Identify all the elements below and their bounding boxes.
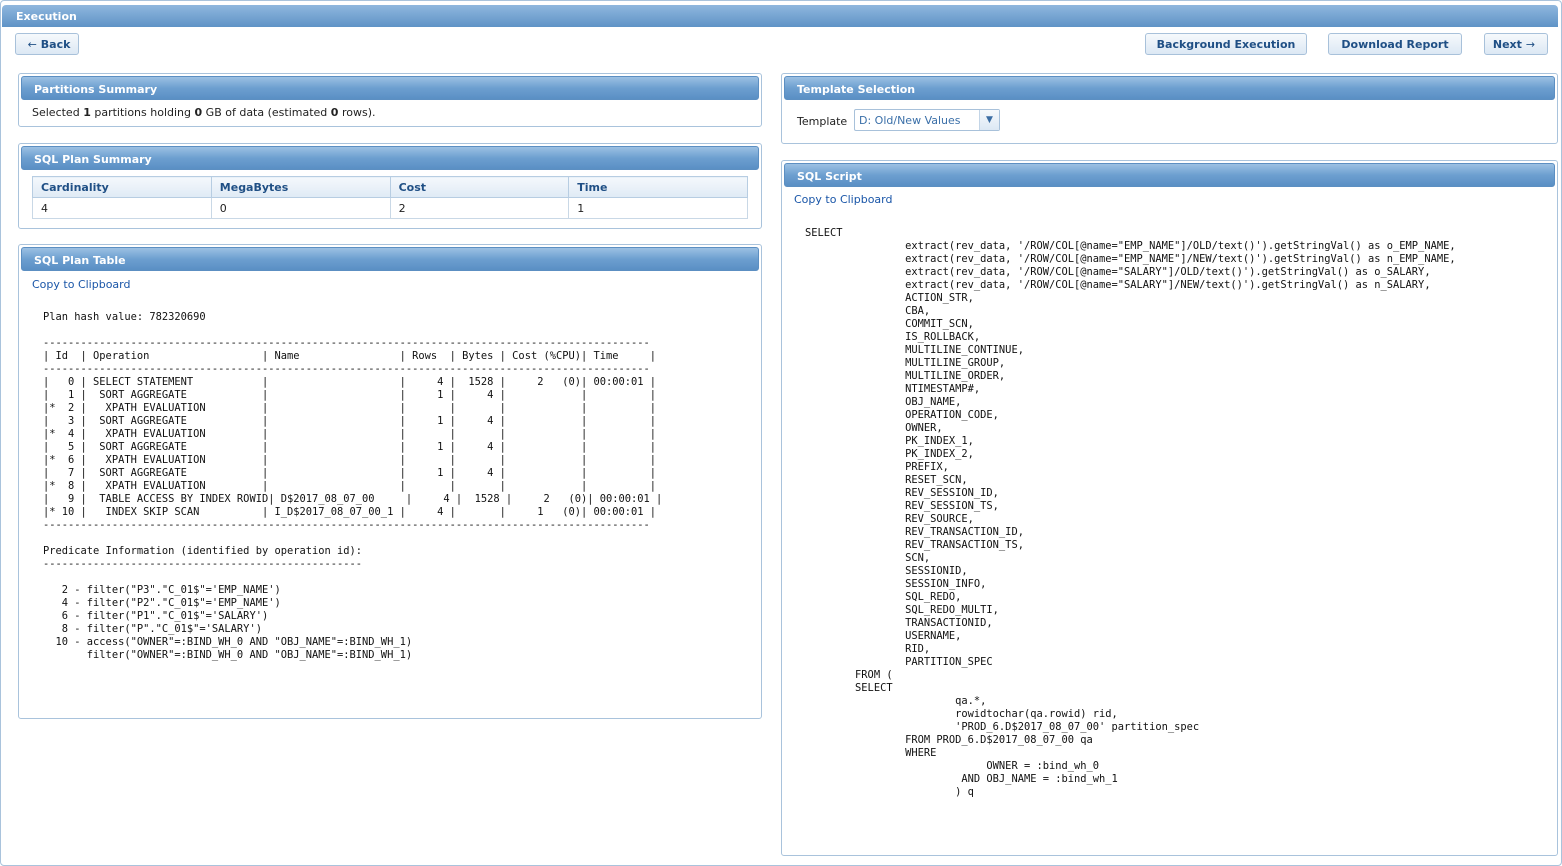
template-selection-panel: Template Selection Template D: Old/New V…: [781, 73, 1558, 144]
sql-plan-text: Plan hash value: 782320690 -------------…: [43, 311, 663, 661]
back-button[interactable]: ← Back: [15, 33, 79, 55]
execution-window: Execution ← Back Background Execution Dow…: [0, 0, 1562, 866]
sql-script-text: SELECT extract(rev_data, '/ROW/COL[@name…: [805, 227, 1456, 798]
background-execution-button[interactable]: Background Execution: [1145, 33, 1307, 55]
download-report-label: Download Report: [1341, 37, 1449, 51]
next-label: Next: [1492, 37, 1522, 51]
template-select[interactable]: D: Old/New Values ▼: [854, 109, 1000, 131]
sql-plan-table-panel: SQL Plan Table Copy to Clipboard Plan ha…: [18, 244, 762, 719]
sql-script-title: SQL Script: [784, 163, 1555, 187]
template-selected-value: D: Old/New Values: [859, 113, 961, 127]
column-header: Cost: [389, 176, 570, 198]
partitions-summary-text: Selected 1 partitions holding 0 GB of da…: [32, 106, 376, 119]
template-label: Template: [797, 115, 848, 128]
partition-count: 1: [83, 106, 91, 119]
column-header: Time: [568, 176, 748, 198]
arrow-right-icon: →: [1525, 37, 1536, 51]
table-header-row: Cardinality MegaBytes Cost Time: [32, 176, 748, 198]
plan-copy-to-clipboard-link[interactable]: Copy to Clipboard: [32, 278, 130, 291]
table-cell: 4: [32, 197, 212, 219]
next-button[interactable]: Next →: [1484, 33, 1548, 55]
chevron-down-icon[interactable]: ▼: [979, 110, 999, 130]
sql-plan-summary-panel: SQL Plan Summary Cardinality MegaBytes C…: [18, 143, 762, 229]
sql-script-panel: SQL Script Copy to Clipboard SELECT extr…: [781, 160, 1558, 856]
table-row: 4 0 2 1: [32, 197, 748, 219]
window-title: Execution: [2, 5, 1558, 27]
script-copy-to-clipboard-link[interactable]: Copy to Clipboard: [794, 193, 892, 206]
column-header: Cardinality: [32, 176, 212, 198]
sql-plan-summary-table: Cardinality MegaBytes Cost Time 4 0 2 1: [32, 176, 748, 219]
background-execution-label: Background Execution: [1156, 37, 1296, 51]
download-report-button[interactable]: Download Report: [1328, 33, 1462, 55]
template-selection-title: Template Selection: [784, 76, 1555, 100]
arrow-left-icon: ←: [27, 37, 37, 51]
sql-plan-summary-title: SQL Plan Summary: [21, 146, 759, 170]
table-cell: 1: [568, 197, 748, 219]
partitions-summary-title: Partitions Summary: [21, 76, 759, 100]
back-label: Back: [40, 37, 71, 51]
column-header: MegaBytes: [210, 176, 391, 198]
table-cell: 2: [389, 197, 570, 219]
sql-plan-table-title: SQL Plan Table: [21, 247, 759, 271]
table-cell: 0: [210, 197, 391, 219]
partitions-summary-panel: Partitions Summary Selected 1 partitions…: [18, 73, 762, 127]
